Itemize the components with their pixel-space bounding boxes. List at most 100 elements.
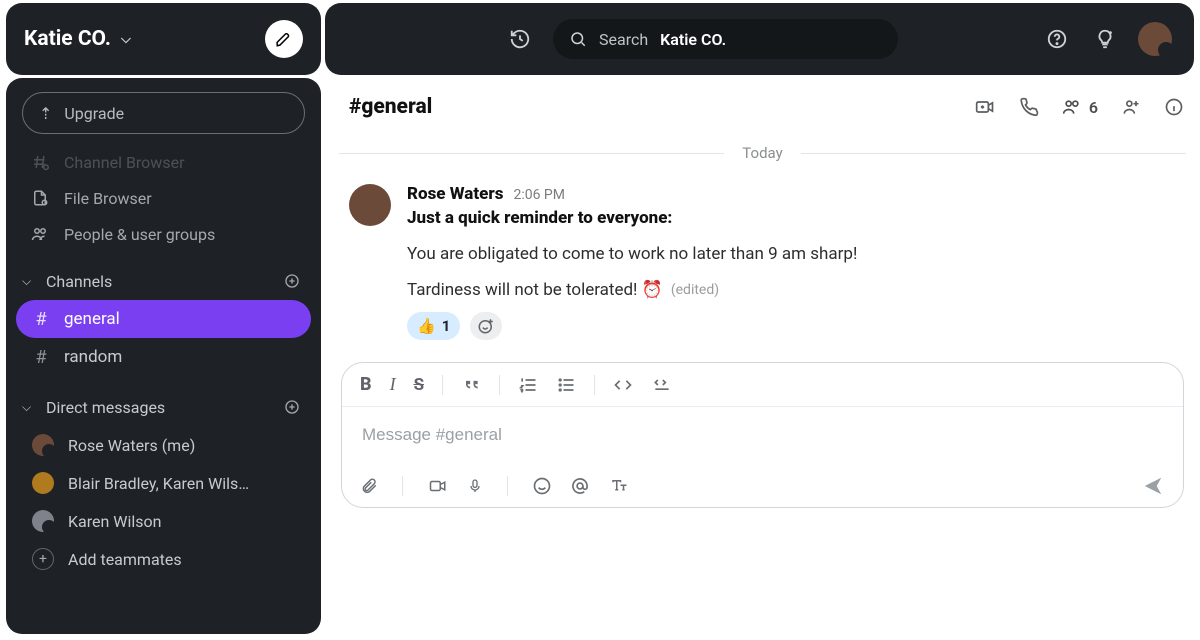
message-user[interactable]: Rose Waters <box>407 184 503 204</box>
add-dm-button[interactable] <box>281 396 303 418</box>
workspace-switcher[interactable]: Katie CO. ⌵ <box>24 27 131 51</box>
text-format-button[interactable] <box>608 477 630 495</box>
date-divider: Today <box>339 136 1186 170</box>
mic-icon <box>467 476 483 496</box>
message-lead: Just a quick reminder to everyone: <box>407 208 1176 228</box>
thumbsup-icon: 👍 <box>417 317 436 335</box>
edited-label: (edited) <box>671 282 719 298</box>
people-icon <box>30 225 50 243</box>
add-people-button[interactable] <box>1120 97 1142 117</box>
dms-section-header[interactable]: ⌵ Direct messages <box>6 378 321 424</box>
history-button[interactable] <box>505 28 535 50</box>
code-icon <box>613 375 633 395</box>
upgrade-label: Upgrade <box>64 104 124 123</box>
upgrade-icon: ⇡ <box>39 104 52 123</box>
video-icon <box>427 477 449 495</box>
emoji-button[interactable] <box>532 476 552 496</box>
at-icon <box>570 476 590 496</box>
ordered-list-button[interactable] <box>518 375 538 395</box>
send-icon <box>1141 475 1165 497</box>
channel-title[interactable]: #general <box>349 95 432 119</box>
phone-icon <box>1019 97 1039 117</box>
chevron-down-icon: ⌵ <box>22 400 38 415</box>
call-button[interactable] <box>1019 97 1039 117</box>
hash-icon: # <box>32 347 50 368</box>
reaction-thumbsup[interactable]: 👍 1 <box>407 312 460 340</box>
avatar <box>32 472 54 494</box>
bullet-list-button[interactable] <box>556 375 576 395</box>
avatar <box>32 510 54 532</box>
workspace-header: Katie CO. ⌵ <box>6 3 321 75</box>
plus-circle-icon <box>284 399 300 415</box>
dms-title: Direct messages <box>46 398 165 417</box>
quote-button[interactable] <box>461 375 481 395</box>
codeblock-button[interactable] <box>651 375 673 395</box>
channel-random[interactable]: # random <box>16 338 311 376</box>
emoji-plus-icon <box>477 317 495 335</box>
nav-people[interactable]: People & user groups <box>10 216 317 252</box>
nav-file-browser[interactable]: File Browser <box>10 180 317 216</box>
add-channel-button[interactable] <box>281 270 303 292</box>
people-icon <box>1061 97 1083 117</box>
strike-button[interactable]: S <box>414 375 424 395</box>
channel-general[interactable]: # general <box>16 300 311 338</box>
nav-channel-browser[interactable]: Channel Browser <box>10 144 317 180</box>
message-avatar[interactable] <box>349 184 391 226</box>
send-button[interactable] <box>1141 475 1165 497</box>
mention-button[interactable] <box>570 476 590 496</box>
channels-section-header[interactable]: ⌵ Channels <box>6 252 321 298</box>
search-input[interactable]: Search Katie CO. <box>553 19 898 59</box>
message: Rose Waters 2:06 PM Just a quick reminde… <box>325 170 1200 344</box>
channel-info-button[interactable] <box>1164 97 1184 117</box>
members-button[interactable]: 6 <box>1061 97 1098 117</box>
avatar <box>32 434 54 456</box>
info-icon <box>1164 97 1184 117</box>
help-icon <box>1046 28 1068 50</box>
bold-button[interactable]: B <box>360 374 372 395</box>
upgrade-button[interactable]: ⇡ Upgrade <box>22 92 305 134</box>
reaction-count: 1 <box>442 317 451 335</box>
text-icon <box>608 477 630 495</box>
quote-icon <box>461 375 481 395</box>
emoji-icon <box>532 476 552 496</box>
chevron-down-icon: ⌵ <box>121 32 131 47</box>
channel-header: #general 6 <box>325 78 1200 136</box>
codeblock-icon <box>651 375 673 395</box>
video-plus-icon <box>973 97 997 117</box>
help-button[interactable] <box>1042 28 1072 50</box>
person-plus-icon <box>1120 97 1142 117</box>
dm-group[interactable]: Blair Bradley, Karen Wils… <box>16 464 311 502</box>
video-button[interactable] <box>427 477 449 495</box>
message-time: 2:06 PM <box>513 187 565 203</box>
message-input[interactable] <box>362 425 1163 445</box>
channels-title: Channels <box>46 272 112 291</box>
pencil-icon <box>275 30 293 48</box>
add-video-button[interactable] <box>973 97 997 117</box>
workspace-name: Katie CO. <box>24 27 111 51</box>
mic-button[interactable] <box>467 476 483 496</box>
user-avatar[interactable] <box>1138 22 1172 56</box>
attach-button[interactable] <box>360 476 378 496</box>
format-toolbar: B I S <box>342 363 1183 407</box>
composer: B I S <box>341 362 1184 508</box>
message-line3: Tardiness will not be tolerated! ⏰ <box>407 280 663 300</box>
bullet-list-icon <box>556 375 576 395</box>
activity-button[interactable] <box>1090 28 1120 50</box>
dm-rose-waters[interactable]: Rose Waters (me) <box>16 426 311 464</box>
dm-karen-wilson[interactable]: Karen Wilson <box>16 502 311 540</box>
topbar: Search Katie CO. <box>325 3 1194 75</box>
code-button[interactable] <box>613 375 633 395</box>
lightbulb-icon <box>1094 28 1116 50</box>
history-icon <box>509 28 531 50</box>
message-line2: You are obligated to come to work no lat… <box>407 244 1176 264</box>
add-teammates[interactable]: + Add teammates <box>16 540 311 578</box>
hash-icon: # <box>32 309 50 330</box>
ordered-list-icon <box>518 375 538 395</box>
add-reaction-button[interactable] <box>470 312 502 340</box>
sidebar: ⇡ Upgrade Channel Browser File Browser <box>6 78 321 634</box>
plus-icon: + <box>32 548 54 570</box>
search-icon <box>569 30 587 48</box>
italic-button[interactable]: I <box>390 374 396 395</box>
compose-button[interactable] <box>265 20 303 58</box>
chevron-down-icon: ⌵ <box>22 274 38 289</box>
